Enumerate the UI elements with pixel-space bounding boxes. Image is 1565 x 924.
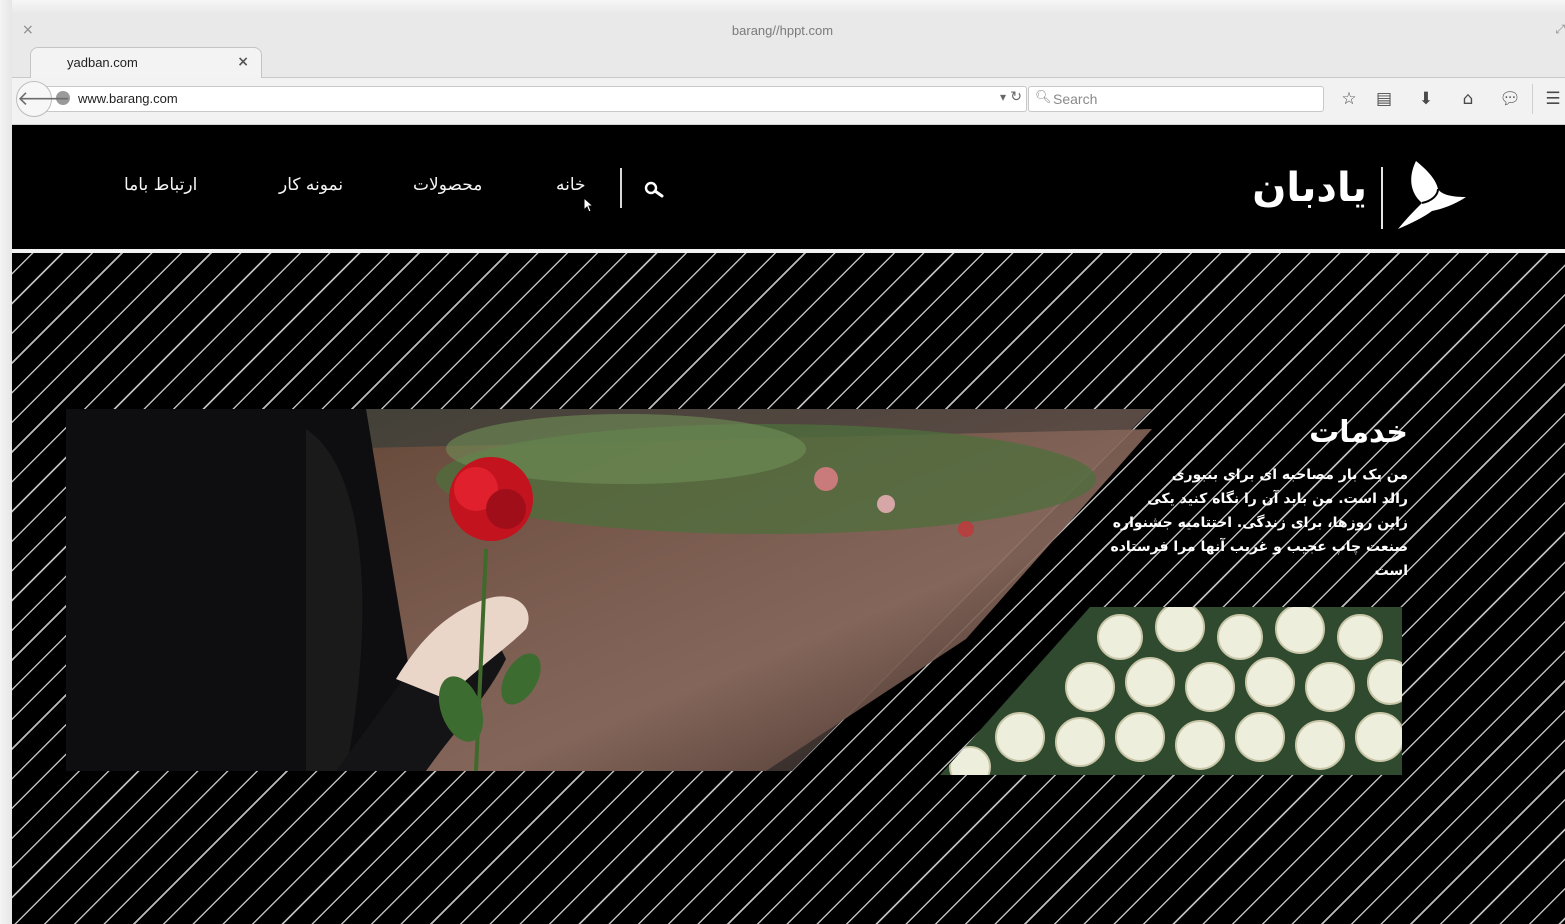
hero-section: خدمات من یک بار مصاحبه ای برای بنبوری را… [12,253,1565,924]
tab-close-icon[interactable]: × [237,54,249,70]
logo-divider [1381,167,1383,229]
search-icon: 🔍︎ [1035,90,1052,105]
services-title: خدمات [1309,415,1408,450]
tab-title: yadban.com [67,55,138,70]
search-bar[interactable]: 🔍︎ Search [1028,86,1324,112]
url-text[interactable]: www.barang.com [78,91,178,106]
reading-list-icon[interactable]: ▤ [1373,88,1395,110]
navigation-toolbar: www.barang.com ▾ ↻ 🡐 🔍︎ Search ☆ ▤ ⬇ ⌂ 💬… [12,78,1565,125]
window-title: barang//hppt.com [731,23,834,38]
white-roses-photo [940,607,1402,775]
site-logo[interactable]: یادبان [1247,159,1467,235]
dove-logo-icon [1398,161,1466,229]
site-header: ارتباط باما نمونه کار محصولات خانه یادبا… [12,125,1565,249]
mouse-cursor-icon [583,197,595,213]
site-search-icon[interactable] [642,175,668,201]
dropdown-icon[interactable]: ▾ [1000,90,1006,104]
tab-yadban[interactable]: yadban.com × [30,47,262,78]
web-page: ارتباط باما نمونه کار محصولات خانه یادبا… [12,125,1565,924]
reload-icon[interactable]: ↻ [1010,89,1022,105]
nav-contact[interactable]: ارتباط باما [124,175,197,195]
tab-bar: yadban.com × [12,47,1565,78]
url-bar[interactable]: www.barang.com ▾ ↻ [42,86,1027,112]
back-arrow-icon: 🡐 [17,86,71,110]
chat-icon[interactable]: 💬︎ [1499,88,1521,110]
logo-text: یادبان [1252,165,1367,211]
services-line: صنعت چاپ عجیب و غریب آنها مرا فرستاده اس… [1110,539,1408,579]
back-button[interactable]: 🡐 [16,81,71,117]
services-line: رالد است. من باید آن را نگاه کنید یکی [1147,491,1408,507]
nav-divider [620,168,622,208]
toolbar-separator [1532,84,1533,114]
window-left-edge [0,0,12,924]
services-description: من یک بار مصاحبه ای برای بنبوری رالد است… [1110,463,1408,583]
nav-portfolio[interactable]: نمونه کار [279,175,343,195]
home-icon[interactable]: ⌂ [1457,88,1479,110]
services-line: زاین روزها، برای زندگی. اختتامیه جشنواره [1112,515,1408,531]
menu-icon[interactable]: ☰ [1542,88,1564,110]
nav-home[interactable]: خانه [556,175,586,195]
download-icon[interactable]: ⬇ [1415,88,1437,110]
services-line: من یک بار مصاحبه ای برای بنبوری [1171,467,1408,483]
search-input[interactable]: Search [1053,91,1097,107]
window-top-edge [0,0,1565,14]
nav-products[interactable]: محصولات [413,175,482,195]
bookmark-star-icon[interactable]: ☆ [1338,88,1360,110]
